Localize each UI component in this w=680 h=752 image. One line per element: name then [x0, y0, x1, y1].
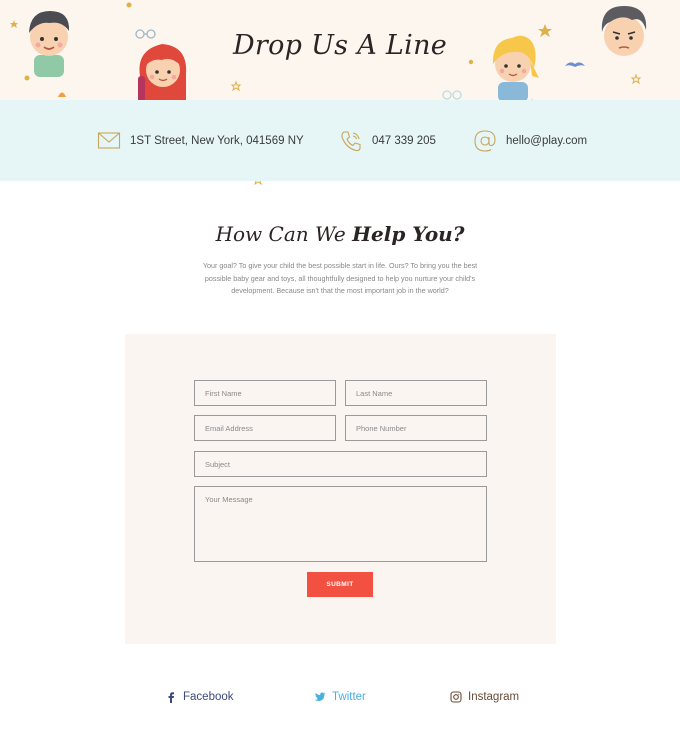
email-field[interactable] — [194, 415, 336, 441]
message-field[interactable] — [194, 486, 487, 562]
facebook-icon — [168, 692, 174, 703]
instagram-icon — [450, 691, 462, 703]
envelope-icon — [97, 132, 121, 149]
at-sign-icon — [474, 130, 496, 152]
page-title: Drop Us A Line — [232, 30, 448, 61]
orange-doodle — [58, 92, 66, 97]
section-title-light: How Can We — [215, 222, 346, 246]
intro-paragraph: Your goal? To give your child the best p… — [202, 261, 478, 295]
phone-icon — [341, 131, 361, 152]
glasses-doodle-2 — [442, 90, 462, 100]
submit-button[interactable]: SUBMIT — [307, 572, 373, 597]
twitter-label[interactable]: Twitter — [332, 691, 366, 703]
section-title: How Can We Help You? — [0, 222, 680, 246]
social-twitter-link[interactable]: Twitter — [314, 688, 366, 706]
confetti-star-outline — [630, 73, 642, 85]
twitter-icon — [314, 692, 326, 701]
facebook-label[interactable]: Facebook — [183, 691, 234, 703]
first-name-field[interactable] — [194, 380, 336, 406]
confetti-star-outline — [230, 80, 242, 92]
phone-field[interactable] — [345, 415, 487, 441]
instagram-label[interactable]: Instagram — [468, 691, 519, 703]
confetti-dot — [126, 2, 132, 8]
contact-email-text[interactable]: hello@play.com — [506, 135, 587, 147]
social-instagram-link[interactable]: Instagram — [450, 688, 519, 706]
contact-address: 1ST Street, New York, 041569 NY — [97, 127, 304, 155]
section-title-bold: Help You? — [352, 222, 465, 246]
contact-phone-text[interactable]: 047 339 205 — [372, 135, 436, 147]
confetti-star — [10, 20, 18, 28]
contact-address-text: 1ST Street, New York, 041569 NY — [130, 135, 304, 147]
contact-phone[interactable]: 047 339 205 — [339, 127, 436, 155]
mustache-doodle — [565, 62, 585, 67]
social-facebook-link[interactable]: Facebook — [165, 688, 234, 706]
last-name-field[interactable] — [345, 380, 487, 406]
subject-field[interactable] — [194, 451, 487, 477]
contact-email[interactable]: hello@play.com — [473, 127, 587, 155]
